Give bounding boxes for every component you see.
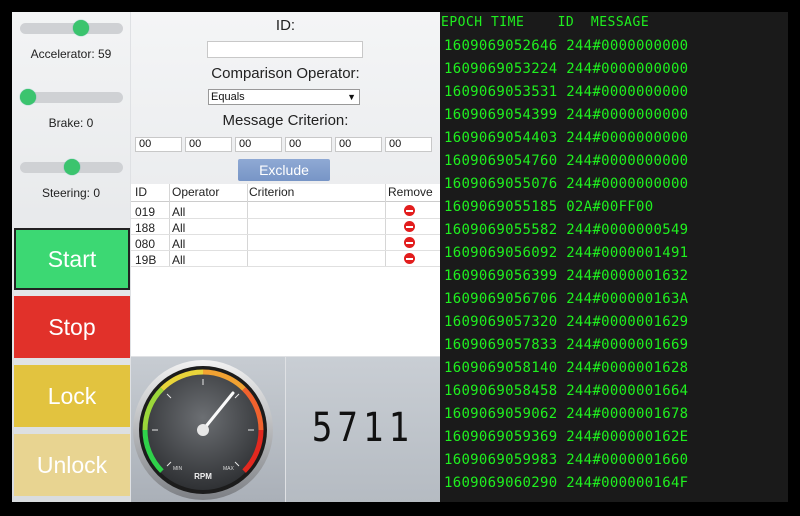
log-line: 1609069054403 244#0000000000 (444, 130, 689, 146)
operator-label: Comparison Operator: (211, 65, 360, 82)
log-line: 1609069055582 244#0000000549 (444, 222, 689, 238)
unlock-button[interactable]: Unlock (14, 434, 130, 496)
row-id: 188 (135, 221, 156, 235)
id-input[interactable] (207, 41, 363, 58)
operator-select-value: Equals (211, 91, 245, 103)
log-line: 1609069055185 02A#00FF00 (444, 199, 654, 215)
log-line: 1609069055076 244#0000000000 (444, 176, 689, 192)
log-header: EPOCH TIME ID MESSAGE (441, 15, 650, 30)
criterion-label: Message Criterion: (222, 112, 349, 129)
log-line: 1609069057833 244#0000001669 (444, 337, 689, 353)
can-log-panel: EPOCH TIME ID MESSAGE 1609069052646 244#… (440, 12, 788, 502)
digital-readout: 5711 (311, 405, 415, 451)
accelerator-label: Accelerator: 59 (30, 47, 112, 61)
stop-button[interactable]: Stop (14, 296, 130, 358)
remove-icon[interactable] (404, 221, 415, 232)
criterion-byte-1[interactable]: 00 (135, 137, 182, 152)
table-row: 019 All (131, 202, 440, 219)
criterion-byte-6[interactable]: 00 (385, 137, 432, 152)
header-remove: Remove (388, 185, 433, 199)
row-operator: All (172, 253, 186, 267)
log-line: 1609069053531 244#0000000000 (444, 84, 689, 100)
row-operator: All (172, 205, 186, 219)
log-line: 1609069054760 244#0000000000 (444, 153, 689, 169)
gauge-rpm-label: RPM (194, 472, 212, 481)
row-operator: All (172, 221, 186, 235)
table-row: 19B All (131, 250, 440, 267)
row-id: 19B (135, 253, 157, 267)
steering-label: Steering: 0 (41, 186, 101, 200)
criterion-byte-3[interactable]: 00 (235, 137, 282, 152)
row-id: 019 (135, 205, 156, 219)
criterion-byte-5[interactable]: 00 (335, 137, 382, 152)
steering-slider[interactable] (20, 159, 123, 175)
criterion-byte-4[interactable]: 00 (285, 137, 332, 152)
lock-button[interactable]: Lock (14, 365, 130, 427)
start-button[interactable]: Start (14, 228, 130, 290)
header-operator: Operator (172, 185, 220, 199)
steering-slider-thumb[interactable] (63, 159, 80, 175)
gauge-max-label: MAX (223, 466, 235, 472)
filter-table: ID Operator Criterion Remove 019 All 188… (131, 184, 440, 356)
log-line: 1609069052646 244#0000000000 (444, 38, 689, 54)
log-line: 1609069059062 244#0000001678 (444, 406, 689, 422)
log-line: 1609069056706 244#000000163A (444, 291, 689, 307)
brake-label: Brake: 0 (48, 116, 94, 130)
table-header: ID Operator Criterion Remove (131, 184, 440, 202)
remove-icon[interactable] (404, 253, 415, 264)
gauge-min-label: MIN (173, 466, 183, 472)
brake-slider[interactable] (20, 89, 123, 105)
brake-slider-thumb[interactable] (20, 89, 37, 105)
log-line: 1609069058458 244#0000001664 (444, 383, 689, 399)
rpm-gauge: MIN MAX RPM (133, 360, 273, 500)
exclude-button[interactable]: Exclude (238, 159, 330, 181)
accelerator-slider-thumb[interactable] (72, 20, 89, 36)
row-id: 080 (135, 237, 156, 251)
remove-icon[interactable] (404, 237, 415, 248)
digital-display-panel: 5711 (286, 357, 440, 502)
chevron-down-icon: ▼ (347, 92, 356, 102)
accelerator-slider[interactable] (20, 20, 123, 36)
log-line: 1609069056092 244#0000001491 (444, 245, 689, 261)
table-row: 080 All (131, 234, 440, 251)
filter-panel: ID: Comparison Operator: Equals ▼ Messag… (131, 12, 440, 356)
header-criterion: Criterion (249, 185, 295, 199)
header-id: ID (135, 185, 147, 199)
remove-icon[interactable] (404, 205, 415, 216)
row-operator: All (172, 237, 186, 251)
table-row: 188 All (131, 218, 440, 235)
log-line: 1609069059369 244#000000162E (444, 429, 689, 445)
log-line: 1609069054399 244#0000000000 (444, 107, 689, 123)
criterion-byte-2[interactable]: 00 (185, 137, 232, 152)
id-label: ID: (275, 17, 296, 34)
rpm-gauge-panel: MIN MAX RPM (131, 357, 285, 502)
vehicle-controls-panel: Accelerator: 59 Brake: 0 Steering: 0 Sta… (12, 12, 130, 502)
log-line: 1609069059983 244#0000001660 (444, 452, 689, 468)
operator-select[interactable]: Equals ▼ (208, 89, 360, 105)
log-line: 1609069057320 244#0000001629 (444, 314, 689, 330)
log-line: 1609069058140 244#0000001628 (444, 360, 689, 376)
log-line: 1609069053224 244#0000000000 (444, 61, 689, 77)
log-line: 1609069056399 244#0000001632 (444, 268, 689, 284)
log-line: 1609069060290 244#000000164F (444, 475, 689, 491)
